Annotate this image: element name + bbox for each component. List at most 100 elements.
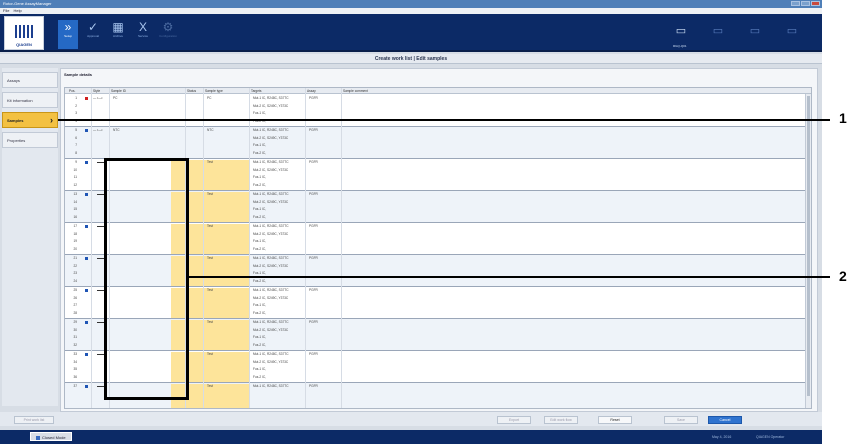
page-title: Create work list | Edit samples xyxy=(0,54,822,64)
closed-mode-button[interactable]: Closed Mode xyxy=(30,432,72,441)
target-entry: Mut-2 IC, S249C, Y373C xyxy=(253,295,289,300)
column-divider xyxy=(91,88,92,408)
target-entry: Mut-1 IC, R248C, S37TC xyxy=(253,256,289,260)
minimize-button[interactable] xyxy=(791,1,800,6)
column-header[interactable]: Targets xyxy=(251,89,261,93)
position-number: 12 xyxy=(73,182,77,187)
tab-setup[interactable]: » Setup xyxy=(58,20,78,49)
sidebar-item-samples[interactable]: Samples xyxy=(2,112,58,128)
cycler-icon[interactable]: ▭ xyxy=(673,24,689,40)
target-entry: Mut-1 IC, R248C, S37TC xyxy=(253,384,289,388)
target-entry: Fus-1 IC, xyxy=(253,239,267,243)
column-divider xyxy=(305,88,306,408)
archive-grid-icon: ▦ xyxy=(112,20,124,34)
export-button[interactable]: Export xyxy=(497,416,531,424)
position-number: 36 xyxy=(73,374,77,379)
target-entry: Mut-1 IC, R248C, S37TC xyxy=(253,288,289,292)
target-entry: Fus-1 IC, xyxy=(253,143,267,147)
sample-group: 1234— •—•PCPCMut-1 IC, R248C, S37TCMut-2… xyxy=(65,95,805,127)
tab-label: Configuration xyxy=(159,34,177,38)
sample-type[interactable]: Test xyxy=(207,224,213,228)
assay-name: PGFR xyxy=(309,192,318,196)
sample-type[interactable]: Test xyxy=(207,320,213,324)
target-entry: Mut-1 IC, R248C, S37TC xyxy=(253,224,289,228)
target-entry: Fus-1 IC, xyxy=(253,271,267,275)
chevrons-icon: » xyxy=(64,20,72,34)
status-flag-icon xyxy=(85,353,88,356)
sample-type[interactable]: Test xyxy=(207,288,213,292)
target-entry: Mut-1 IC, R248C, S37TC xyxy=(253,352,289,356)
sample-id[interactable]: PC xyxy=(113,96,117,100)
column-header[interactable]: Sample comment xyxy=(343,89,368,93)
sample-type[interactable]: Test xyxy=(207,384,213,388)
position-number: 31 xyxy=(73,335,77,339)
print-work-list-button[interactable]: Print work list xyxy=(14,416,54,424)
cycler-icon[interactable]: ▭ xyxy=(710,24,726,40)
column-header[interactable]: Pos. xyxy=(69,89,75,93)
status-flag-icon xyxy=(85,161,88,164)
column-header[interactable]: Style xyxy=(93,89,100,93)
sidebar-item-kit-information[interactable]: Kit information xyxy=(2,92,58,108)
tab-label: Archive xyxy=(112,34,123,38)
sample-type[interactable]: NTC xyxy=(207,128,214,132)
cancel-button[interactable]: Cancel xyxy=(708,416,742,424)
sample-type[interactable]: Test xyxy=(207,160,213,164)
target-entry: Fus-1 IC, xyxy=(253,207,267,211)
table-header: Pos. Style Sample ID Status Sample type Targe… xyxy=(65,88,811,94)
logo-grid-icon xyxy=(15,25,35,38)
sidebar: Assays Kit information Samples Properties xyxy=(2,68,58,406)
sample-id[interactable]: NTC xyxy=(113,128,120,132)
sample-type[interactable]: PC xyxy=(207,96,211,100)
save-button[interactable]: Save xyxy=(664,416,698,424)
main-toolbar: QIAGEN » Setup ✓ Approval ▦ Archive X Service ⚙ C… xyxy=(0,14,822,52)
column-header[interactable]: Status xyxy=(187,89,196,93)
sample-type[interactable]: Test xyxy=(207,352,213,356)
target-entry: Mut-1 IC, R248C, S37TC xyxy=(253,320,289,324)
assay-name: PGFR xyxy=(309,256,318,260)
position-number: 35 xyxy=(73,367,77,371)
cycler-icon[interactable]: ▭ xyxy=(747,24,763,40)
target-entry: Fus-2 IC, xyxy=(253,246,267,251)
cycler-icon[interactable]: ▭ xyxy=(784,24,800,40)
target-entry: Mut-1 IC, R248C, S37TC xyxy=(253,96,289,100)
reset-button[interactable]: Reset xyxy=(598,416,632,424)
scrollbar-thumb[interactable] xyxy=(807,96,810,396)
target-entry: Fus-1 IC, xyxy=(253,303,267,307)
logo-text: QIAGEN xyxy=(16,42,32,47)
status-bar: Closed Mode May 4, 2016 QIAGEN Operator xyxy=(0,430,822,444)
column-header[interactable]: Sample ID xyxy=(111,89,126,93)
column-header[interactable]: Sample type xyxy=(205,89,223,93)
assay-name: PGFR xyxy=(309,96,318,100)
position-number: 25 xyxy=(73,288,77,292)
assay-name: PGFR xyxy=(309,320,318,324)
tab-service[interactable]: X Service xyxy=(133,20,153,49)
check-clipboard-icon: ✓ xyxy=(87,20,99,34)
target-entry: Fus-2 IC, xyxy=(253,342,267,347)
position-number: 6 xyxy=(75,135,77,140)
qiagen-logo: QIAGEN xyxy=(4,16,44,50)
column-divider xyxy=(249,88,250,408)
column-header[interactable]: Assay xyxy=(307,89,316,93)
position-number: 13 xyxy=(73,192,77,196)
configuration-icon: ⚙ xyxy=(162,20,174,34)
position-number: 3 xyxy=(75,111,77,115)
sidebar-item-properties[interactable]: Properties xyxy=(2,132,58,148)
assay-name: PGFR xyxy=(309,224,318,228)
target-entry: Mut-2 IC, S249C, Y373C xyxy=(253,167,289,172)
sidebar-item-assays[interactable]: Assays xyxy=(2,72,58,88)
sample-type[interactable]: Test xyxy=(207,256,213,260)
tab-archive[interactable]: ▦ Archive xyxy=(108,20,128,49)
close-button[interactable] xyxy=(811,1,820,6)
position-number: 26 xyxy=(73,295,77,300)
sample-type[interactable]: Test xyxy=(207,192,213,196)
position-number: 32 xyxy=(73,342,77,347)
edit-work-flow-button[interactable]: Edit work flow xyxy=(544,416,578,424)
callout-2: 2 xyxy=(839,268,847,284)
status-flag-icon xyxy=(85,289,88,292)
maximize-button[interactable] xyxy=(801,1,810,6)
service-xt-icon: X xyxy=(138,20,147,34)
vertical-scrollbar[interactable] xyxy=(805,94,811,408)
position-number: 5 xyxy=(75,128,77,132)
status-flag-icon xyxy=(85,129,88,132)
tab-approval[interactable]: ✓ Approval xyxy=(83,20,103,49)
